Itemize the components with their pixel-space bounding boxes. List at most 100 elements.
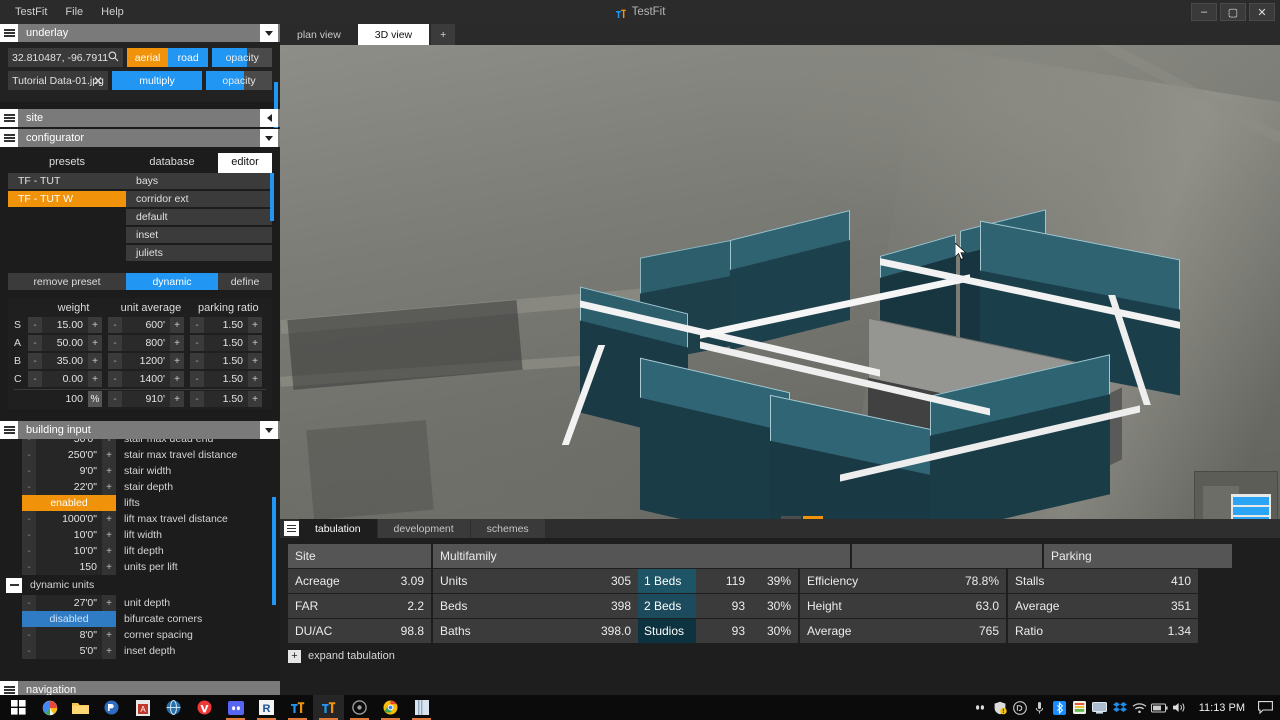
minus-button[interactable]: - [190, 317, 204, 333]
lifts-toggle[interactable]: enabled [22, 495, 116, 511]
weight-value[interactable]: 35.00 [42, 353, 88, 369]
plus-button[interactable]: + [102, 595, 116, 611]
microphone-icon[interactable] [1030, 695, 1050, 720]
tab-schemes[interactable]: schemes [470, 519, 545, 538]
file-explorer-icon[interactable] [65, 695, 96, 720]
minus-button[interactable]: - [22, 643, 36, 659]
vivaldi-icon[interactable] [189, 695, 220, 720]
aerial-opacity-slider[interactable]: opacity [212, 48, 273, 67]
tab-development[interactable]: development [377, 519, 470, 538]
testfit-icon-2[interactable] [313, 695, 344, 720]
dropbox-icon[interactable] [1110, 695, 1130, 720]
weight-value[interactable]: 0.00 [42, 371, 88, 387]
parking-ratio-total[interactable]: 1.50 [204, 391, 248, 407]
minus-button[interactable]: - [108, 335, 122, 351]
basemap-road-button[interactable]: road [167, 48, 209, 67]
db-item-bays[interactable]: bays [126, 173, 272, 189]
chrome-icon[interactable] [375, 695, 406, 720]
tab-tabulation[interactable]: tabulation [299, 519, 377, 538]
lift-depth-value[interactable]: 10'0" [36, 543, 102, 559]
minus-button[interactable]: - [22, 439, 36, 447]
chevron-down-icon[interactable] [260, 421, 278, 439]
plus-button[interactable]: + [102, 439, 116, 447]
menu-file[interactable]: File [56, 2, 92, 23]
maximize-button[interactable]: ▢ [1220, 3, 1246, 21]
collapse-icon[interactable] [6, 577, 22, 593]
blend-multiply-button[interactable]: multiply [112, 71, 202, 90]
table-row[interactable]: FAR 2.2 Beds 398 2 Beds 93 30% Height 63… [288, 594, 1272, 618]
plus-button[interactable]: + [248, 371, 262, 387]
weight-value[interactable]: 15.00 [42, 317, 88, 333]
minus-button[interactable]: - [108, 371, 122, 387]
parking-ratio-value[interactable]: 1.50 [204, 353, 248, 369]
editor-tab[interactable]: editor [218, 153, 272, 173]
image-opacity-slider[interactable]: opacity [206, 71, 272, 90]
globe-icon[interactable] [158, 695, 189, 720]
minus-button[interactable]: - [108, 353, 122, 369]
chevron-down-icon[interactable] [260, 24, 278, 42]
testfit-icon-1[interactable] [282, 695, 313, 720]
plus-button[interactable]: + [88, 335, 102, 351]
minus-button[interactable]: - [22, 559, 36, 575]
minus-button[interactable]: - [28, 335, 42, 351]
discord-icon[interactable] [220, 695, 251, 720]
remove-preset-button[interactable]: remove preset [8, 273, 126, 290]
minus-button[interactable]: - [108, 391, 122, 407]
bifurcate-corners-toggle[interactable]: disabled [22, 611, 116, 627]
preset-item[interactable]: TF - TUT [8, 173, 126, 189]
plus-button[interactable]: + [88, 317, 102, 333]
minus-button[interactable]: - [108, 317, 122, 333]
plus-button[interactable]: + [248, 317, 262, 333]
minus-button[interactable]: - [190, 353, 204, 369]
unit-average-value[interactable]: 800' [122, 335, 170, 351]
minus-button[interactable]: - [22, 543, 36, 559]
browser-icon[interactable] [344, 695, 375, 720]
paint-icon[interactable] [34, 695, 65, 720]
shield-warning-icon[interactable] [990, 695, 1010, 720]
db-item-juliets[interactable]: juliets [126, 245, 272, 261]
chevron-down-icon[interactable] [260, 129, 278, 147]
grip-icon[interactable] [0, 24, 18, 42]
plus-button[interactable]: + [88, 371, 102, 387]
unit-average-value[interactable]: 1400' [122, 371, 170, 387]
minimize-button[interactable]: – [1191, 3, 1217, 21]
pdf-reader-icon[interactable]: A [127, 695, 158, 720]
plus-button[interactable]: + [88, 353, 102, 369]
volume-icon[interactable] [1170, 695, 1190, 720]
preset-item-selected[interactable]: TF - TUT W [8, 191, 126, 207]
db-item-inset[interactable]: inset [126, 227, 272, 243]
minus-button[interactable]: - [22, 479, 36, 495]
wifi-icon[interactable] [1130, 695, 1150, 720]
panel-header-building-input[interactable]: building input [0, 421, 280, 439]
minus-button[interactable]: - [28, 371, 42, 387]
discord-tray-icon[interactable] [970, 695, 990, 720]
close-button[interactable]: ✕ [1249, 3, 1275, 21]
minus-button[interactable]: - [190, 391, 204, 407]
db-item-default[interactable]: default [126, 209, 272, 225]
plus-button[interactable]: + [102, 479, 116, 495]
tab-plan-view[interactable]: plan view [280, 24, 358, 45]
database-scrollbar[interactable] [270, 173, 274, 221]
plus-button[interactable]: + [102, 511, 116, 527]
menu-testfit[interactable]: TestFit [6, 2, 56, 23]
plus-button[interactable]: + [170, 391, 184, 407]
panel-header-underlay[interactable]: underlay [0, 24, 280, 42]
lift-max-travel-distance-value[interactable]: 1000'0" [36, 511, 102, 527]
plus-icon[interactable]: + [288, 649, 301, 663]
menu-help[interactable]: Help [92, 2, 133, 23]
dynamic-button[interactable]: dynamic [126, 273, 218, 290]
battery-icon[interactable] [1150, 695, 1170, 720]
grip-icon[interactable] [284, 521, 299, 536]
unit-average-value[interactable]: 1200' [122, 353, 170, 369]
expand-tabulation-row[interactable]: + expand tabulation [288, 646, 1272, 666]
bluetooth-icon[interactable] [1050, 695, 1070, 720]
parking-ratio-value[interactable]: 1.50 [204, 317, 248, 333]
plus-button[interactable]: + [248, 391, 262, 407]
basemap-aerial-button[interactable]: aerial [127, 48, 168, 67]
windows-start-icon[interactable] [3, 695, 34, 720]
search-icon[interactable] [108, 51, 119, 65]
parking-ratio-value[interactable]: 1.50 [204, 371, 248, 387]
chevron-left-icon[interactable] [260, 109, 278, 127]
underlay-image-field[interactable]: Tutorial Data-01.jpg ✕ [8, 71, 108, 90]
notification-icon[interactable] [1254, 695, 1276, 720]
